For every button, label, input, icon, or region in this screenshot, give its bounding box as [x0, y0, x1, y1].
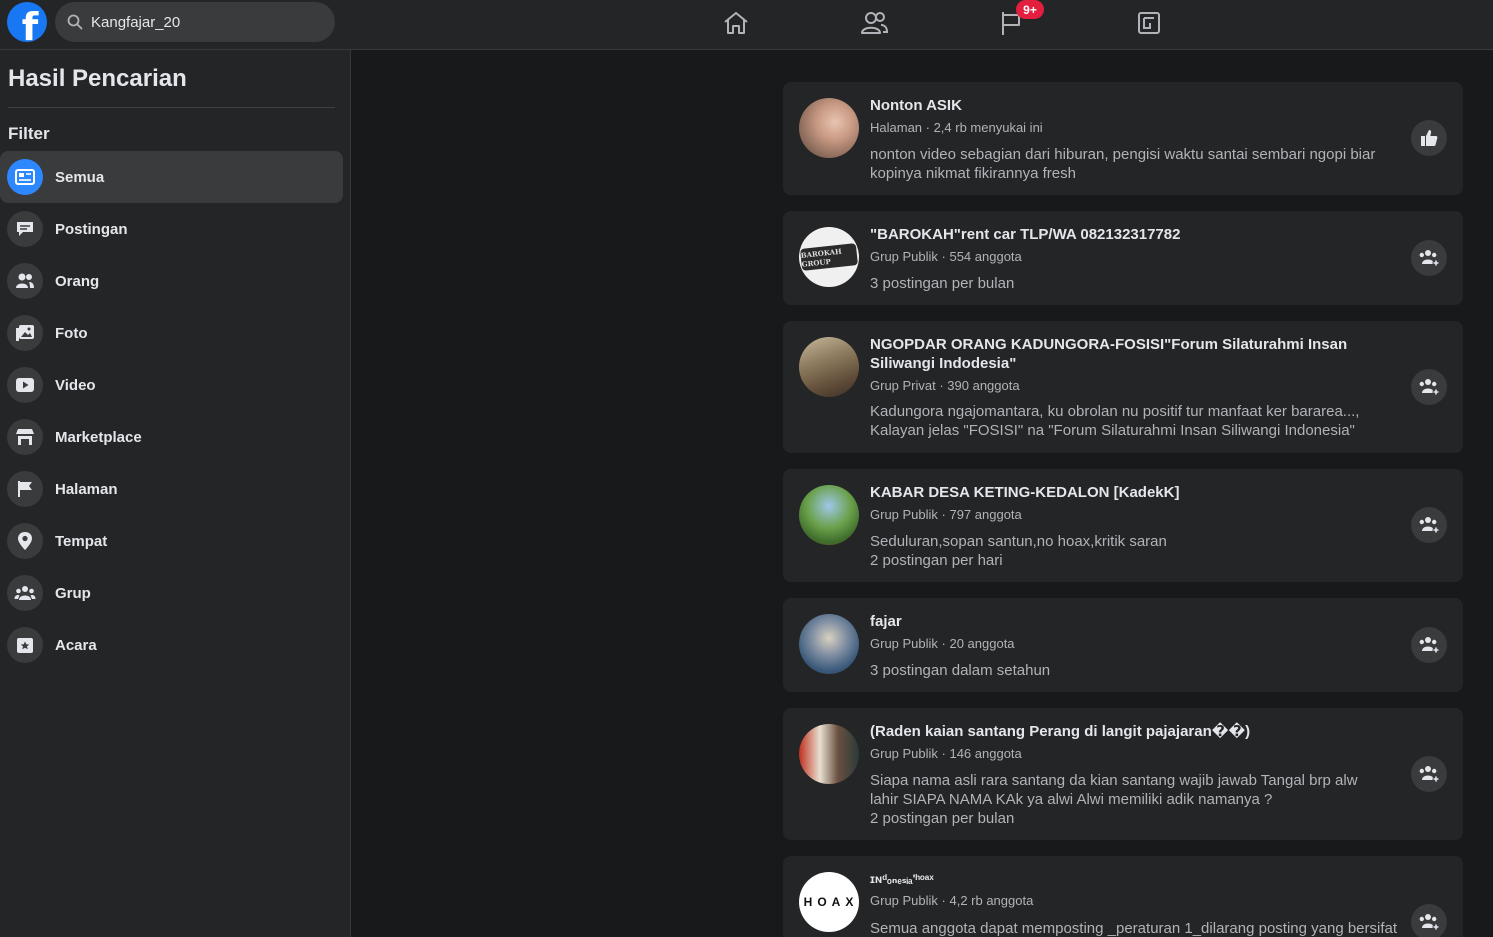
result-card[interactable]: KABAR DESA KETING-KEDALON [KadekK] Grup … — [783, 469, 1463, 582]
avatar[interactable] — [799, 614, 859, 674]
sidebar-item-video[interactable]: Video — [0, 359, 343, 411]
join-group-icon — [1419, 637, 1440, 654]
result-name[interactable]: ɪɴᵈₒₙₑₛᵢₐ'ʰᵒᵃˣ — [870, 870, 1390, 889]
groups-icon — [7, 575, 43, 611]
sidebar-item-label: Orang — [55, 272, 100, 290]
join-group-icon — [1419, 914, 1440, 931]
join-group-icon — [1419, 250, 1440, 267]
join-group-icon — [1419, 379, 1440, 396]
avatar[interactable] — [799, 337, 859, 397]
result-description: Kadungora ngajomantara, ku obrolan nu po… — [870, 403, 1360, 439]
result-card[interactable]: NGOPDAR ORANG KADUNGORA-FOSISI"Forum Sil… — [783, 321, 1463, 453]
calendar-star-icon — [7, 627, 43, 663]
result-meta: Grup Publik · 554 anggota — [870, 249, 1022, 264]
photos-icon — [7, 315, 43, 351]
sidebar-item-tempat[interactable]: Tempat — [0, 515, 343, 567]
join-group-button[interactable] — [1411, 369, 1447, 405]
result-meta: Grup Publik · 146 anggota — [870, 746, 1022, 761]
top-navigation-bar: f 9+ — [0, 0, 1493, 50]
result-description: 3 postingan per bulan — [870, 275, 1015, 292]
result-meta: Grup Publik · 797 anggota — [870, 507, 1022, 522]
nav-home-button[interactable] — [716, 5, 756, 41]
join-group-icon — [1419, 517, 1440, 534]
join-group-button[interactable] — [1411, 756, 1447, 792]
sidebar-item-label: Halaman — [55, 480, 118, 498]
search-icon — [67, 14, 83, 30]
sidebar-item-label: Video — [55, 376, 96, 394]
sidebar-item-label: Foto — [55, 324, 88, 342]
sidebar-item-label: Tempat — [55, 532, 108, 550]
result-name[interactable]: "BAROKAH"rent car TLP/WA 082132317782 — [870, 225, 1390, 244]
result-description: Semua anggota dapat memposting _peratura… — [870, 920, 1398, 937]
sidebar-item-label: Postingan — [55, 220, 128, 238]
result-card[interactable]: BAROKAH GROUP "BAROKAH"rent car TLP/WA 0… — [783, 211, 1463, 305]
nav-gaming-button[interactable] — [1129, 5, 1169, 41]
home-icon — [724, 12, 748, 34]
sidebar-item-label: Grup — [55, 584, 91, 602]
gaming-icon — [1138, 12, 1160, 34]
result-name[interactable]: Nonton ASIK — [870, 96, 1390, 115]
posts-icon — [7, 211, 43, 247]
notification-badge: 9+ — [1016, 0, 1044, 19]
sidebar-item-grup[interactable]: Grup — [0, 567, 343, 619]
join-group-button[interactable] — [1411, 904, 1447, 937]
sidebar-item-foto[interactable]: Foto — [0, 307, 343, 359]
friends-icon — [861, 12, 889, 34]
sidebar-item-label: Semua — [55, 168, 105, 186]
join-group-button[interactable] — [1411, 507, 1447, 543]
result-card[interactable]: fajar Grup Publik · 20 anggota 3 posting… — [783, 598, 1463, 692]
result-meta: Grup Privat · 390 anggota — [870, 378, 1020, 393]
sidebar-item-halaman[interactable]: Halaman — [0, 463, 343, 515]
result-card[interactable]: HOAX ɪɴᵈₒₙₑₛᵢₐ'ʰᵒᵃˣ Grup Publik · 4,2 rb… — [783, 856, 1463, 937]
result-card[interactable]: (Raden kaian santang Perang di langit pa… — [783, 708, 1463, 840]
search-filter-sidebar: Hasil Pencarian Filter Semua Postingan O… — [0, 50, 351, 937]
result-description: Siapa nama asli rara santang da kian san… — [870, 772, 1358, 827]
sidebar-item-label: Acara — [55, 636, 97, 654]
location-pin-icon — [7, 523, 43, 559]
sidebar-item-orang[interactable]: Orang — [0, 255, 343, 307]
result-meta: Grup Publik · 20 anggota — [870, 636, 1015, 651]
like-page-button[interactable] — [1411, 120, 1447, 156]
sidebar-item-semua[interactable]: Semua — [0, 151, 343, 203]
flag-icon — [7, 471, 43, 507]
result-name[interactable]: NGOPDAR ORANG KADUNGORA-FOSISI"Forum Sil… — [870, 335, 1390, 373]
result-meta: Grup Publik · 4,2 rb anggota — [870, 893, 1034, 908]
video-icon — [7, 367, 43, 403]
result-meta: Halaman · 2,4 rb menyukai ini — [870, 120, 1043, 135]
search-input[interactable] — [91, 13, 311, 31]
all-results-icon — [7, 159, 43, 195]
filter-heading: Filter — [8, 124, 50, 143]
join-group-icon — [1419, 766, 1440, 783]
result-description: Seduluran,sopan santun,no hoax,kritik sa… — [870, 533, 1167, 569]
result-name[interactable]: (Raden kaian santang Perang di langit pa… — [870, 722, 1390, 741]
facebook-logo-icon[interactable]: f — [7, 2, 47, 42]
marketplace-icon — [7, 419, 43, 455]
sidebar-item-marketplace[interactable]: Marketplace — [0, 411, 343, 463]
result-name[interactable]: KABAR DESA KETING-KEDALON [KadekK] — [870, 483, 1390, 502]
avatar[interactable] — [799, 98, 859, 158]
avatar[interactable] — [799, 485, 859, 545]
avatar[interactable]: HOAX — [799, 872, 859, 932]
result-description: nonton video sebagian dari hiburan, peng… — [870, 146, 1376, 182]
nav-friends-button[interactable] — [854, 5, 894, 41]
join-group-button[interactable] — [1411, 627, 1447, 663]
sidebar-item-postingan[interactable]: Postingan — [0, 203, 343, 255]
result-description: 3 postingan dalam setahun — [870, 662, 1051, 679]
search-box[interactable] — [55, 2, 335, 42]
avatar[interactable]: BAROKAH GROUP — [799, 227, 859, 287]
page-title: Hasil Pencarian — [8, 65, 187, 92]
sidebar-item-label: Marketplace — [55, 428, 142, 446]
result-card[interactable]: Nonton ASIK Halaman · 2,4 rb menyukai in… — [783, 82, 1463, 195]
result-name[interactable]: fajar — [870, 612, 1390, 631]
join-group-button[interactable] — [1411, 240, 1447, 276]
sidebar-item-acara[interactable]: Acara — [0, 619, 343, 671]
avatar[interactable] — [799, 724, 859, 784]
thumbs-up-icon — [1421, 130, 1438, 146]
divider — [8, 107, 335, 108]
people-icon — [7, 263, 43, 299]
